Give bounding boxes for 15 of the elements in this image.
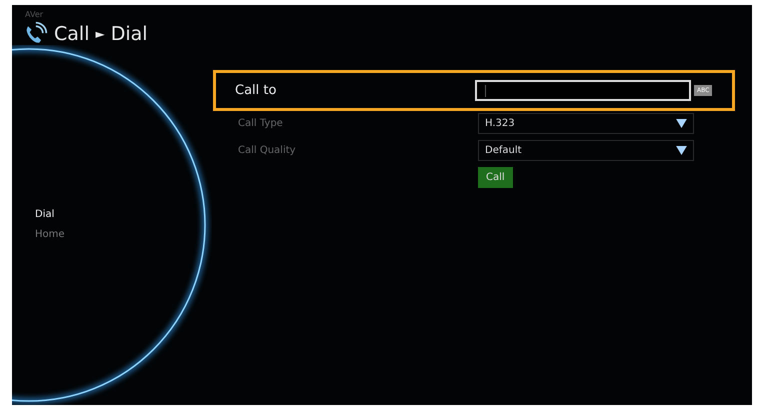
breadcrumb-title: Call bbox=[54, 23, 90, 45]
breadcrumb-title: Dial bbox=[110, 23, 148, 45]
field-label: Call to bbox=[235, 83, 278, 98]
dropdown[interactable]: Default bbox=[478, 140, 694, 161]
dropdown-arrow-icon bbox=[676, 119, 687, 128]
dropdown[interactable]: H.323 bbox=[478, 113, 694, 134]
brand-label: AVer bbox=[25, 11, 44, 19]
field-label: Call Type bbox=[238, 118, 284, 129]
menu-item[interactable]: Home bbox=[35, 229, 65, 240]
breadcrumb-separator: ► bbox=[95, 27, 105, 41]
menu-item[interactable]: Dial bbox=[35, 209, 54, 220]
call-to-input-field[interactable] bbox=[475, 80, 691, 101]
dropdown-arrow-icon bbox=[676, 146, 687, 155]
call-button[interactable]: Call bbox=[478, 167, 513, 188]
field-label: Call Quality bbox=[238, 145, 297, 156]
